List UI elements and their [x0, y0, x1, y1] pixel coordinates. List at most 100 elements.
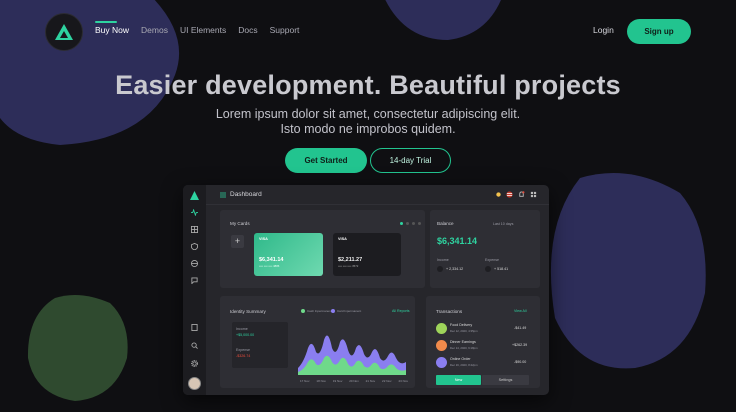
identity-expense-value: -$326.74	[236, 354, 251, 358]
transaction-icon	[436, 340, 447, 351]
card-amount: $2,211.27	[338, 257, 363, 263]
top-navigation: Buy Now Demos UI Elements Docs Support L…	[0, 0, 736, 64]
chat-icon[interactable]	[191, 277, 198, 284]
transaction-name: Dinner Earnings	[450, 340, 476, 344]
credit-card-primary[interactable]: VISA $6,341.14 •••• •••• •••• 4886	[254, 233, 323, 276]
income-icon	[437, 266, 443, 272]
all-reports-link[interactable]: All Reports	[392, 309, 410, 313]
transaction-date: Dec 16, 2020, 8:42pm	[450, 363, 478, 367]
identity-income-value: +$5,000.00	[236, 333, 255, 337]
hero-subtitle: Lorem ipsum dolor sit amet, consectetur …	[0, 107, 736, 137]
search-icon[interactable]	[191, 342, 198, 349]
x-axis-label: 23 Nov	[398, 379, 408, 383]
transactions-panel: Transactions View All Food Delivery Dec …	[426, 296, 540, 388]
hero-title: Easier development. Beautiful projects	[115, 70, 621, 100]
dashboard-sidebar	[183, 185, 206, 395]
x-axis-label: 17 Nov	[300, 379, 310, 383]
expense-label: Expense	[485, 258, 499, 262]
balance-panel: Balance Last 10 days $6,341.14 Income Ex…	[430, 210, 540, 288]
nav-link-demos[interactable]: Demos	[141, 25, 168, 35]
transaction-amount: -$41.49	[514, 326, 527, 330]
identity-stats-box: Income +$5,000.00 Expense -$326.74	[232, 322, 288, 368]
nav-link-support[interactable]: Support	[270, 25, 300, 35]
transaction-amount: -$90.00	[514, 360, 527, 364]
transaction-icon	[436, 323, 447, 334]
add-card-button[interactable]: +	[231, 235, 244, 248]
activity-icon[interactable]	[191, 209, 198, 216]
legend-swatch-cash	[301, 309, 305, 313]
dashboard-preview: Dashboard My Cards + VISA $6,341.14 ••••…	[183, 185, 549, 395]
signup-button[interactable]: Sign up	[627, 19, 691, 44]
transaction-name: Online Order	[450, 357, 471, 361]
tab-new[interactable]: New	[436, 375, 481, 385]
transaction-icon	[436, 357, 447, 368]
balance-value: $6,341.14	[437, 236, 478, 246]
x-axis-label: 19 Nov	[332, 379, 343, 383]
legend-label-cash: Cash Inpermanent	[307, 309, 332, 313]
dashboard-topbar: Dashboard	[206, 185, 549, 205]
flag-icon[interactable]	[506, 191, 513, 198]
trial-button[interactable]: 14-day Trial	[370, 148, 451, 173]
card-carousel-dots[interactable]	[400, 222, 421, 225]
bell-icon[interactable]	[518, 191, 525, 198]
tab-settings[interactable]: Settings	[482, 375, 529, 385]
nav-link-docs[interactable]: Docs	[238, 25, 257, 35]
my-cards-panel: My Cards + VISA $6,341.14 •••• •••• ••••…	[220, 210, 425, 288]
shield-icon[interactable]	[191, 243, 198, 250]
transaction-row[interactable]: Online Order Dec 16, 2020, 8:42pm -$90.0…	[436, 356, 534, 370]
user-avatar[interactable]	[188, 377, 201, 390]
hero-subtitle-line-2: Isto modo ne improbos quidem.	[280, 122, 456, 136]
hero-subtitle-line-1: Lorem ipsum dolor sit amet, consectetur …	[215, 107, 521, 121]
view-all-link[interactable]: View All	[514, 309, 527, 313]
settings-icon[interactable]	[191, 360, 198, 367]
chart-x-axis: 17 Nov 18 Nov 19 Nov 20 Nov 21 Nov 22 No…	[300, 379, 408, 383]
income-label: Income	[437, 258, 449, 262]
credit-card-secondary[interactable]: VISA $2,211.27 •••• •••• •••• 3572	[333, 233, 401, 276]
x-axis-label: 18 Nov	[316, 379, 326, 383]
transaction-date: Dec 12, 2020, 4:35pm	[450, 329, 478, 333]
card-brand: VISA	[338, 237, 347, 241]
background-blob-purple-right	[550, 173, 706, 369]
expense-value: + 518.41	[494, 267, 509, 271]
logo-icon	[55, 24, 73, 40]
transaction-row[interactable]: Food Delivery Dec 12, 2020, 4:35pm -$41.…	[436, 322, 534, 336]
card-number: •••• •••• •••• 3572	[338, 264, 359, 268]
nav-links: Buy Now Demos UI Elements Docs Support	[95, 21, 300, 35]
transaction-date: Dec 14, 2020, 6:18pm	[450, 346, 478, 350]
identity-area-chart	[298, 335, 406, 375]
nav-link-buy-now[interactable]: Buy Now	[95, 21, 129, 35]
card-amount: $6,341.14	[259, 257, 284, 263]
card-number: •••• •••• •••• 4886	[259, 264, 280, 268]
grid-icon[interactable]	[191, 226, 198, 233]
transaction-amount: +$262.39	[512, 343, 528, 347]
legend-label-card: Card Inpermanent	[337, 309, 362, 313]
identity-expense-label: Expense	[236, 348, 250, 352]
expense-icon	[485, 266, 491, 272]
x-axis-label: 21 Nov	[365, 379, 376, 383]
sun-icon[interactable]	[495, 191, 502, 198]
menu-icon[interactable]	[220, 192, 226, 198]
legend-swatch-card	[331, 309, 335, 313]
transaction-name: Food Delivery	[450, 323, 473, 327]
get-started-button[interactable]: Get Started	[285, 148, 367, 173]
x-axis-label: 20 Nov	[349, 379, 359, 383]
globe-icon[interactable]	[191, 260, 198, 267]
identity-income-label: Income	[236, 327, 248, 331]
balance-range-select[interactable]: Last 10 days	[493, 222, 513, 226]
my-cards-title: My Cards	[230, 221, 250, 226]
dashboard-logo-icon	[190, 191, 199, 200]
income-value: + 2,334.12	[446, 267, 464, 271]
transactions-title: Transactions	[436, 309, 463, 314]
card-brand: VISA	[259, 237, 268, 241]
document-icon[interactable]	[191, 324, 198, 331]
nav-link-ui-elements[interactable]: UI Elements	[180, 25, 226, 35]
logo[interactable]	[45, 13, 83, 51]
dashboard-title: Dashboard	[230, 191, 262, 198]
login-link[interactable]: Login	[593, 25, 614, 35]
x-axis-label: 22 Nov	[382, 379, 392, 383]
apps-icon[interactable]	[530, 191, 537, 198]
background-blob-green	[27, 294, 128, 401]
identity-summary-panel: Identity Summary All Reports Income +$5,…	[220, 296, 415, 388]
identity-summary-title: Identity Summary	[230, 309, 266, 314]
transaction-row[interactable]: Dinner Earnings Dec 14, 2020, 6:18pm +$2…	[436, 339, 534, 353]
